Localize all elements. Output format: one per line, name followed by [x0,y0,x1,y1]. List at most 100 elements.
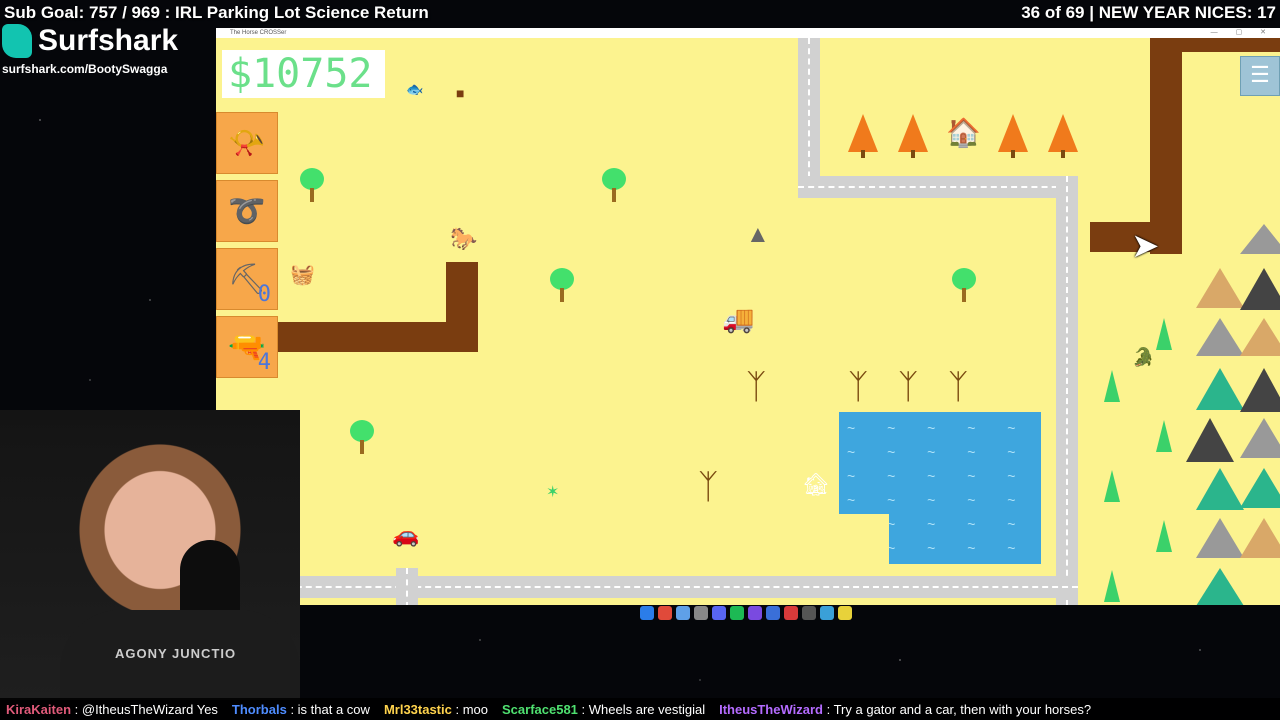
green-tree [550,268,574,304]
stream-overlay-header: Sub Goal: 757 / 969 : IRL Parking Lot Sc… [0,0,1280,26]
road-segment [396,568,418,605]
chat-text: is that a cow [297,701,370,717]
taskbar-app-icon[interactable] [820,606,834,620]
shovel-tool-button[interactable]: ⛏ 0 [216,248,278,310]
house-icon: 🏠 [946,117,981,148]
nices-counter: 36 of 69 | NEW YEAR NICES: 17 [1021,3,1276,22]
chat-text: Wheels are vestigial [588,701,706,717]
road-segment [798,38,820,198]
horn-icon: 📯 [228,126,266,160]
horn-tool-button[interactable]: 📯 [216,112,278,174]
mountain [1240,368,1280,412]
stump-icon: ■ [456,85,465,101]
orange-tree [848,114,878,158]
taskbar-app-icon[interactable] [766,606,780,620]
mountain [1196,468,1244,510]
chat-message: ItheusTheWizard : Try a gator and a car,… [719,701,1092,717]
lasso-tool-button[interactable]: ➰ [216,180,278,242]
building-icon: 🏚 [802,472,830,497]
hamburger-menu-icon[interactable]: ☰ [1240,56,1280,96]
dirt-path [276,322,478,352]
chat-username: Mrl33tastic [383,701,452,717]
chat-username: Thorbals [231,701,287,717]
green-tree [350,420,374,456]
sponsor-banner: Surfshark surfshark.com/BootySwagga [2,24,212,76]
mouse-cursor-icon: ➤ [1131,227,1160,265]
taskbar-app-icon[interactable] [658,606,672,620]
pine-tree [1156,520,1172,552]
mountain [1240,318,1280,356]
fish-icon: 🐟 [406,81,424,97]
money-display: $10752 [222,50,385,98]
chat-message: KiraKaiten : @ItheusTheWizard Yes [6,701,218,717]
orange-tree [1048,114,1078,158]
sponsor-brand: Surfshark [38,24,179,57]
pine-tree [1104,370,1120,402]
chat-ticker: KiraKaiten : @ItheusTheWizard Yes Thorba… [0,698,1280,720]
sponsor-url: surfshark.com/BootySwagga [2,62,168,76]
mountain [1196,568,1244,605]
taskbar-app-icon[interactable] [784,606,798,620]
chat-text: Try a gator and a car, then with your ho… [833,701,1092,717]
taskbar-app-icon[interactable] [676,606,690,620]
bare-tree: ᛉ [848,368,869,406]
chat-username: KiraKaiten [6,701,72,717]
green-tree [300,168,324,204]
taskbar-app-icon[interactable] [712,606,726,620]
mountain [1240,224,1280,254]
pine-tree [1156,420,1172,452]
taskbar-app-icon[interactable] [640,606,654,620]
horse-rider-icon[interactable]: 🐎 [450,228,477,250]
surfshark-logo-icon [2,24,32,58]
pine-tree [1104,570,1120,602]
taskbar[interactable] [640,606,852,620]
chat-message: Scarface581 : Wheels are vestigial [502,701,706,717]
chat-username: ItheusTheWizard [719,701,823,717]
cart-icon: 🧺 [290,264,315,286]
mountain [1186,418,1234,462]
mountain [1240,268,1280,310]
taskbar-app-icon[interactable] [802,606,816,620]
gator-icon[interactable]: 🐊 [1132,346,1154,368]
mountain [1196,518,1244,558]
taskbar-app-icon[interactable] [694,606,708,620]
window-controls[interactable]: — ▢ ✕ [1211,28,1274,38]
road-segment [1056,176,1078,605]
mountain [1196,318,1244,356]
orange-tree [998,114,1028,158]
chat-username: Scarface581 [502,701,578,717]
gun-tool-button[interactable]: 🔫 4 [216,316,278,378]
taskbar-app-icon[interactable] [748,606,762,620]
taskbar-app-icon[interactable] [730,606,744,620]
green-tree [952,268,976,304]
game-window[interactable]: The Horse CROSSer — ▢ ✕ ~ ~ ~ ~ ~ ~ ~ ~ … [216,28,1280,605]
mountain [1240,518,1280,558]
window-titlebar: The Horse CROSSer — ▢ ✕ [216,28,1280,38]
pine-tree [1104,470,1120,502]
lasso-icon: ➰ [228,194,266,228]
rock-icon: ▲ [746,221,770,248]
taskbar-app-icon[interactable] [838,606,852,620]
bare-tree: ᛉ [898,368,919,406]
webcam-feed: AGONY JUNCTIO [0,410,300,700]
truck-icon[interactable]: 🚚 [722,306,754,332]
bare-tree: ᛉ [948,368,969,406]
road-segment [798,176,1078,198]
pine-tree [1156,318,1172,350]
road-segment [256,576,1078,598]
bare-tree: ᛉ [698,468,719,506]
mountain [1196,368,1244,410]
chat-text: moo [462,701,488,717]
lake-shore [839,514,889,564]
sub-goal-text: Sub Goal: 757 / 969 : IRL Parking Lot Sc… [4,3,429,22]
dirt-path [1150,38,1280,52]
orange-tree [898,114,928,158]
green-tree [602,168,626,204]
mountain [1240,468,1280,508]
shirt-text: AGONY JUNCTIO [115,646,237,661]
chat-message: Mrl33tastic : moo [383,701,488,717]
bush-icon: ✶ [546,484,560,501]
car-icon[interactable]: 🚗 [392,524,419,546]
mountain [1240,418,1280,458]
chat-text: @ItheusTheWizard Yes [81,701,218,717]
